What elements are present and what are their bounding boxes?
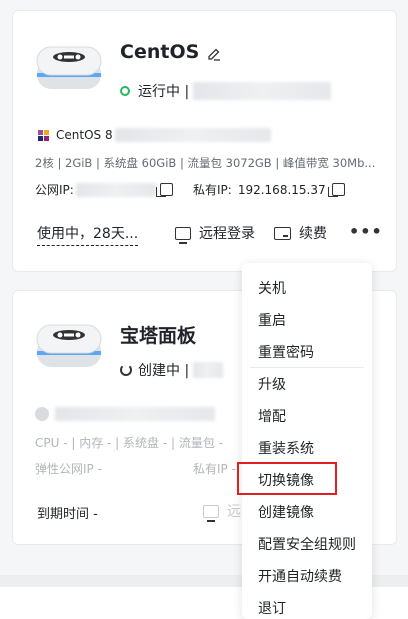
menu-item-security-group[interactable]: 配置安全组规则 <box>258 534 356 554</box>
monitor-icon <box>175 226 191 244</box>
status-row: 运行中 | <box>120 81 332 101</box>
private-ip-value: 192.168.15.37 <box>237 182 326 197</box>
expiry-status[interactable]: 使用中，28天... <box>37 223 139 246</box>
renew-button[interactable]: 续费 <box>274 223 327 243</box>
redacted-os-detail <box>114 128 271 142</box>
menu-item-shutdown[interactable]: 关机 <box>258 278 286 298</box>
spec-summary: 2核 | 2GiB | 系统盘 60GiB | 流量包 3072GB | 峰值带… <box>35 156 376 170</box>
os-row <box>35 407 215 421</box>
redacted-os-detail <box>55 407 215 421</box>
wallet-icon <box>274 226 291 240</box>
menu-item-add-config[interactable]: 增配 <box>258 406 286 426</box>
edit-icon[interactable] <box>207 47 221 61</box>
more-options-menu: 关机 重启 重置密码 升级 增配 重装系统 切换镜像 创建镜像 配置安全组规则 … <box>242 263 372 619</box>
expiry-text: 到期时间 - <box>37 507 98 522</box>
status-text: 运行中 | <box>138 84 190 100</box>
renew-label: 续费 <box>299 226 327 242</box>
menu-item-unsubscribe[interactable]: 退订 <box>258 598 286 618</box>
menu-item-auto-renew[interactable]: 开通自动续费 <box>258 566 342 586</box>
private-ip-row: 私有IP: 192.168.15.37 <box>193 181 345 198</box>
remote-login-button[interactable]: 远程登录 <box>175 223 255 244</box>
remote-login-label: 远 <box>227 504 241 520</box>
running-status-icon <box>120 86 130 96</box>
server-card-centos: CentOS 运行中 | CentOS 8 2核 | 2GiB | 系统盘 60… <box>12 10 397 272</box>
menu-divider <box>250 367 364 368</box>
redacted-instance-name <box>193 362 224 378</box>
menu-item-restart[interactable]: 重启 <box>258 310 286 330</box>
menu-item-reset-password[interactable]: 重置密码 <box>258 342 314 362</box>
remote-login-label: 远程登录 <box>199 226 255 242</box>
private-ip-label: 私有IP - <box>193 462 236 476</box>
copy-icon[interactable] <box>327 183 345 197</box>
spec-summary: CPU - | 内存 - | 系统盘 - | 流量包 - <box>35 436 223 450</box>
expiry-text[interactable]: 使用中，28天... <box>37 223 139 246</box>
menu-item-reinstall[interactable]: 重装系统 <box>258 438 314 458</box>
centos-logo-icon <box>38 129 49 141</box>
highlight-box <box>237 462 337 495</box>
os-label: CentOS 8 <box>56 128 113 142</box>
private-ip-label: 私有IP: <box>193 183 232 197</box>
redacted-instance-name <box>193 82 332 100</box>
server-icon <box>36 324 102 367</box>
os-placeholder-icon <box>35 407 49 421</box>
server-title: 宝塔面板 <box>120 325 197 347</box>
loading-spinner-icon <box>120 364 132 376</box>
server-title: CentOS <box>120 41 200 63</box>
public-ip-row: 公网IP: <box>35 181 173 198</box>
redacted-public-ip <box>75 182 156 197</box>
status-row: 创建中 | <box>120 360 224 380</box>
remote-login-button-disabled: 远 <box>203 501 241 522</box>
public-ip-label: 公网IP: <box>35 183 74 197</box>
server-icon <box>36 46 102 89</box>
copy-icon[interactable] <box>155 183 173 197</box>
monitor-icon <box>203 504 219 522</box>
menu-item-create-image[interactable]: 创建镜像 <box>258 502 314 522</box>
menu-item-upgrade[interactable]: 升级 <box>258 374 286 394</box>
more-options-icon[interactable]: ••• <box>349 222 383 241</box>
status-text: 创建中 | <box>138 363 190 379</box>
elastic-ip-label: 弹性公网IP - <box>35 462 102 476</box>
os-row: CentOS 8 <box>37 128 271 142</box>
